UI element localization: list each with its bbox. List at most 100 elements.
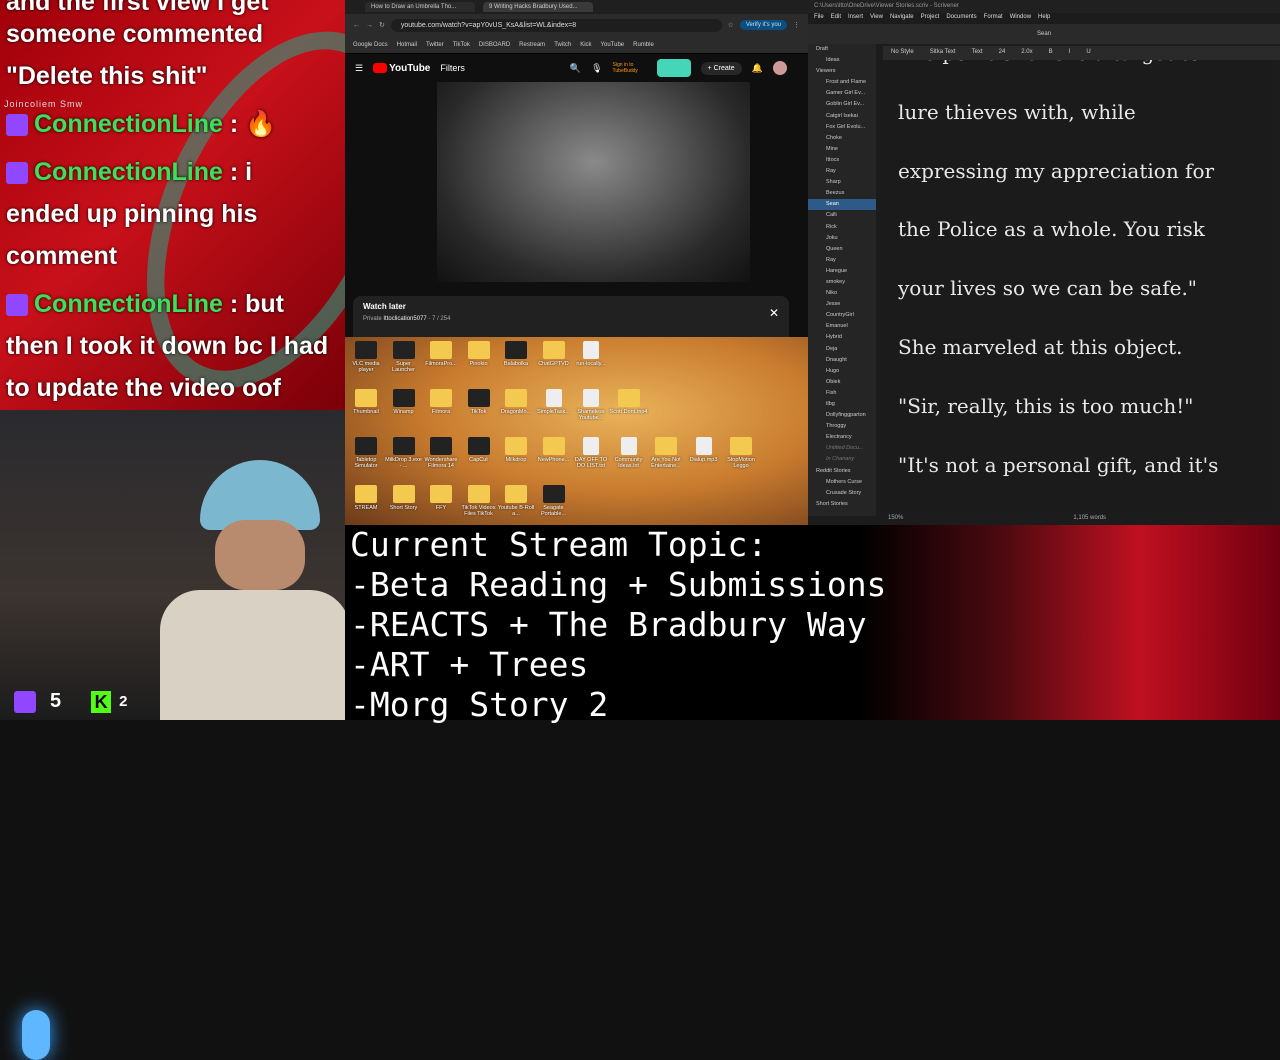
line-spacing-select[interactable]: 2.0x: [1021, 49, 1032, 57]
desktop-icon[interactable]: Milkdrop: [497, 437, 535, 463]
text-editor[interactable]: The point of this is a target to lure thi…: [878, 60, 1272, 512]
italic-button[interactable]: I: [1069, 49, 1071, 57]
menu-file[interactable]: File: [814, 14, 824, 23]
bookmark[interactable]: YouTube: [601, 42, 625, 48]
binder-item[interactable]: Mothers Curse: [808, 477, 876, 488]
binder-item[interactable]: tlbg: [808, 399, 876, 410]
desktop-icon[interactable]: Balabolka: [497, 341, 535, 367]
menu-insert[interactable]: Insert: [848, 14, 863, 23]
bookmark[interactable]: Kick: [580, 42, 591, 48]
binder-item[interactable]: Hugo: [808, 366, 876, 377]
menu-view[interactable]: View: [870, 14, 883, 23]
desktop-icon[interactable]: StopMotion Leggo: [722, 437, 760, 469]
binder-item[interactable]: Haregue: [808, 266, 876, 277]
desktop-icon[interactable]: MilkDrop 3.exe - ...: [385, 437, 423, 469]
binder-item[interactable]: Deja: [808, 344, 876, 355]
binder-item[interactable]: Mine: [808, 144, 876, 155]
verify-button[interactable]: Verify it's you: [739, 20, 787, 30]
bold-button[interactable]: B: [1049, 49, 1053, 57]
tubebuddy-signin-link[interactable]: Sign in to TubeBuddy: [613, 62, 647, 74]
menu-project[interactable]: Project: [921, 14, 940, 23]
binder-item[interactable]: smokey: [808, 277, 876, 288]
search-icon[interactable]: 🔍: [570, 63, 581, 74]
binder-item[interactable]: Jesse: [808, 299, 876, 310]
binder-item[interactable]: Electrancy: [808, 432, 876, 443]
bookmark[interactable]: Twitter: [426, 42, 444, 48]
binder-item[interactable]: Ray: [808, 166, 876, 177]
bookmark[interactable]: Rumble: [633, 42, 654, 48]
binder-item[interactable]: Sean: [808, 199, 876, 211]
desktop-icon[interactable]: Seagate Portable...: [535, 485, 573, 517]
desktop-icon[interactable]: run-locally...: [572, 341, 610, 367]
binder-item[interactable]: Calli: [808, 210, 876, 221]
playlist-owner[interactable]: Ittoclication5077: [383, 316, 426, 322]
binder-item[interactable]: Fish: [808, 388, 876, 399]
menu-navigate[interactable]: Navigate: [890, 14, 914, 23]
typeface-select[interactable]: Text: [972, 49, 983, 57]
desktop-icon[interactable]: NewPhone...: [535, 437, 573, 463]
underline-button[interactable]: U: [1086, 49, 1090, 57]
binder-item[interactable]: Catgirl Isekai: [808, 111, 876, 122]
menu-documents[interactable]: Documents: [946, 14, 976, 23]
binder-item[interactable]: Niko: [808, 288, 876, 299]
binder-item[interactable]: Choke: [808, 133, 876, 144]
binder-item[interactable]: Frost and Flame: [808, 77, 876, 88]
style-select[interactable]: No Style: [891, 49, 914, 57]
binder-item[interactable]: Emanuel: [808, 321, 876, 332]
binder-item[interactable]: Hybrid: [808, 332, 876, 343]
font-size-select[interactable]: 24: [999, 49, 1006, 57]
binder-item[interactable]: Viewers: [808, 66, 876, 77]
desktop-icon[interactable]: Super Launcher: [385, 341, 423, 373]
binder-item[interactable]: Short Stories: [808, 499, 876, 510]
desktop-icon[interactable]: DAY OFF TO DO LIST.txt: [572, 437, 610, 469]
zoom-select[interactable]: 150%: [888, 515, 903, 523]
menu-format[interactable]: Format: [984, 14, 1003, 23]
binder-item[interactable]: Fox Girl Evolu...: [808, 122, 876, 133]
youtube-logo[interactable]: YouTube: [373, 63, 430, 74]
reload-icon[interactable]: ↻: [379, 21, 385, 29]
desktop-icon[interactable]: TikTok: [460, 389, 498, 415]
desktop-icon[interactable]: Youtube B-Roll a...: [497, 485, 535, 517]
binder[interactable]: Draft Ideas Viewers Frost and Flame Gamer Gi…: [808, 44, 876, 516]
binder-item[interactable]: Throggy: [808, 421, 876, 432]
back-icon[interactable]: ←: [353, 22, 360, 29]
binder-item[interactable]: Goblin Girl Ev...: [808, 99, 876, 110]
binder-item[interactable]: Ray: [808, 255, 876, 266]
binder-item[interactable]: Dollyfinggparton: [808, 410, 876, 421]
desktop-icon[interactable]: Scott Dont.mp4: [610, 389, 648, 415]
bookmark[interactable]: Hotmail: [397, 42, 417, 48]
close-icon[interactable]: ✕: [769, 306, 779, 320]
desktop-icon[interactable]: Thumbnail: [347, 389, 385, 415]
browser-tab-active[interactable]: 9 Writing Hacks Bradbury Used...: [483, 2, 593, 12]
forward-icon[interactable]: →: [366, 22, 373, 29]
desktop-icon[interactable]: TikTok Videos Files TikTok: [460, 485, 498, 517]
binder-item[interactable]: Joku: [808, 233, 876, 244]
video-player[interactable]: [437, 82, 750, 282]
bookmark[interactable]: Restream: [519, 42, 545, 48]
desktop-icon[interactable]: Are You Not Entertaine...: [647, 437, 685, 469]
binder-item[interactable]: Gamer Girl Ev...: [808, 88, 876, 99]
bell-icon[interactable]: 🔔: [752, 63, 763, 74]
bookmark[interactable]: TikTok: [453, 42, 470, 48]
binder-item[interactable]: Beezus: [808, 188, 876, 199]
desktop-icon[interactable]: Community Ideas.txt: [610, 437, 648, 469]
desktop-icon[interactable]: CapCut: [460, 437, 498, 463]
bookmark[interactable]: Google Docs: [353, 42, 388, 48]
desktop-icon[interactable]: FFY: [422, 485, 460, 511]
bookmark[interactable]: DISBOARD: [479, 42, 510, 48]
star-icon[interactable]: ☆: [728, 21, 734, 29]
menu-edit[interactable]: Edit: [831, 14, 841, 23]
desktop-icon[interactable]: VLC media player: [347, 341, 385, 373]
desktop-icon[interactable]: DragonMo...: [497, 389, 535, 415]
desktop-icon[interactable]: Winamp: [385, 389, 423, 415]
avatar[interactable]: [772, 61, 787, 75]
binder-item[interactable]: Untitled Docu...: [808, 443, 876, 454]
tubebuddy-button[interactable]: [656, 59, 691, 77]
binder-item[interactable]: CountryGirl: [808, 310, 876, 321]
desktop-icon[interactable]: Wondershare Filmora 14: [422, 437, 460, 469]
binder-item[interactable]: Ittocs: [808, 155, 876, 166]
filters-button[interactable]: Filters: [440, 63, 465, 73]
bookmark[interactable]: Twitch: [554, 42, 571, 48]
desktop-icon[interactable]: STREAM: [347, 485, 385, 511]
desktop-icon[interactable]: FilmoraPro...: [422, 341, 460, 367]
